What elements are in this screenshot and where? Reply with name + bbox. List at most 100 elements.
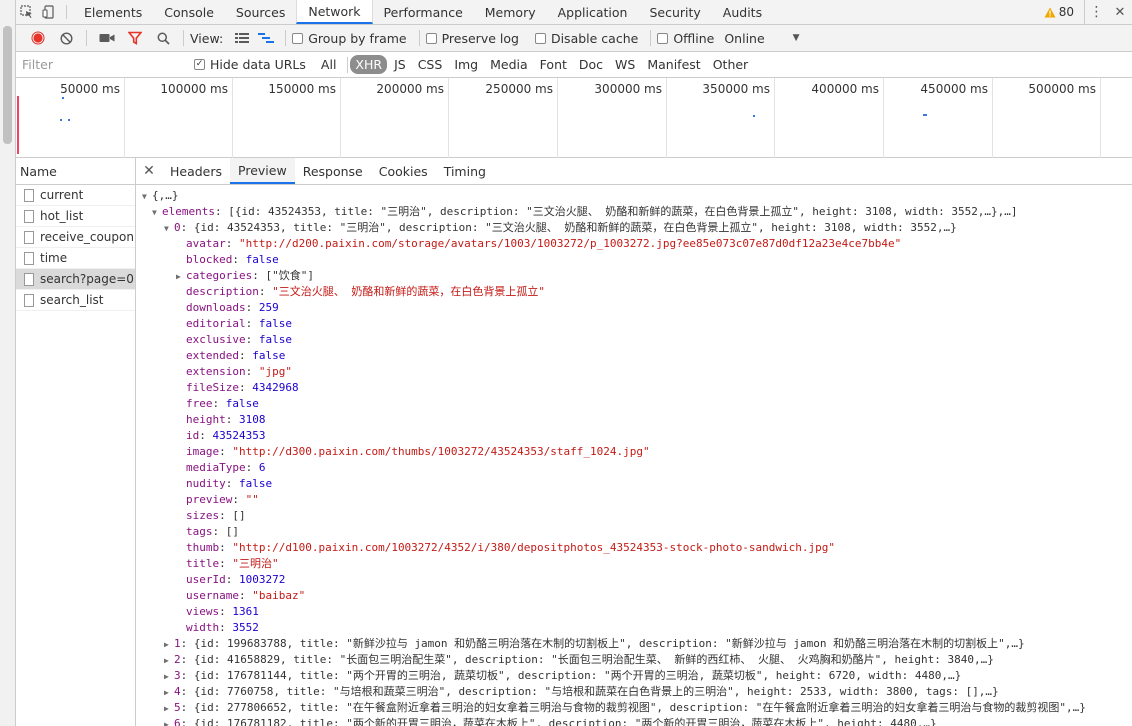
- close-devtools-icon[interactable]: ✕: [1108, 0, 1132, 24]
- waterfall-icon: [258, 33, 275, 43]
- throttling-select[interactable]: Online ▼: [724, 31, 799, 46]
- triangle-collapsed-icon[interactable]: ▶: [164, 717, 174, 726]
- triangle-collapsed-icon[interactable]: ▶: [164, 685, 174, 700]
- tab-performance[interactable]: Performance: [373, 0, 474, 24]
- filter-input[interactable]: [16, 54, 182, 75]
- checkbox-box[interactable]: [292, 32, 304, 44]
- tree-item-collapsed[interactable]: ▶ 1: {id: 199683788, title: "新鲜沙拉与 jamon …: [142, 636, 1132, 652]
- filter-type-img[interactable]: Img: [449, 55, 483, 74]
- large-rows-button[interactable]: [231, 25, 253, 51]
- request-row[interactable]: receive_coupon...: [16, 227, 135, 248]
- tree-item-collapsed[interactable]: ▶ 5: {id: 277806652, title: "在午餐盒附近拿着三明治的…: [142, 700, 1132, 716]
- scrollbar-thumb[interactable]: [3, 26, 12, 144]
- timeline-overview[interactable]: 50000 ms 100000 ms 150000 ms 200000 ms 2…: [16, 78, 1132, 158]
- request-row[interactable]: hot_list: [16, 206, 135, 227]
- tree-item-collapsed[interactable]: ▶ 4: {id: 7760758, title: "与培根和蔬菜三明治", de…: [142, 684, 1132, 700]
- request-row-selected[interactable]: search?page=0...: [16, 269, 135, 290]
- overview-button[interactable]: [253, 25, 279, 51]
- tab-timing[interactable]: Timing: [436, 158, 494, 184]
- tree-item-collapsed[interactable]: ▶ 6: {id: 176781182, title: "两个新的开胃三明治，蔬菜…: [142, 716, 1132, 726]
- triangle-expanded-icon[interactable]: ▼: [152, 205, 162, 220]
- tab-sources[interactable]: Sources: [225, 0, 296, 24]
- property-row[interactable]: ▶ categories: ["饮食"]: [142, 268, 1132, 284]
- property-row: views: 1361: [186, 605, 259, 618]
- checkbox-box[interactable]: [534, 32, 546, 44]
- close-detail-icon[interactable]: ✕: [136, 158, 162, 184]
- filter-type-manifest[interactable]: Manifest: [642, 55, 705, 74]
- tab-memory[interactable]: Memory: [474, 0, 547, 24]
- triangle-collapsed-icon[interactable]: ▶: [164, 637, 174, 652]
- clear-icon: [59, 31, 73, 45]
- request-name: search_list: [40, 293, 104, 307]
- filter-type-xhr[interactable]: XHR: [350, 55, 388, 74]
- filter-type-media[interactable]: Media: [485, 55, 533, 74]
- tree-elements[interactable]: ▼ elements: [{id: 43524353, title: "三明治",…: [142, 204, 1132, 220]
- filter-toggle-button[interactable]: [121, 25, 149, 51]
- more-options-icon[interactable]: ⋮: [1084, 0, 1108, 24]
- tab-network[interactable]: Network: [296, 0, 373, 24]
- triangle-expanded-icon[interactable]: ▼: [164, 221, 174, 236]
- tab-headers[interactable]: Headers: [162, 158, 230, 184]
- tab-audits[interactable]: Audits: [712, 0, 773, 24]
- filter-type-other[interactable]: Other: [708, 55, 754, 74]
- triangle-expanded-icon[interactable]: ▼: [142, 189, 152, 204]
- filter-type-all[interactable]: All: [316, 55, 342, 74]
- clear-button[interactable]: [52, 25, 80, 51]
- filter-type-ws[interactable]: WS: [610, 55, 640, 74]
- tab-application[interactable]: Application: [547, 0, 639, 24]
- timeline-tick: 150000 ms: [233, 78, 341, 158]
- property-row: tags: []: [186, 525, 239, 538]
- property-row: free: false: [186, 397, 259, 410]
- filter-type-css[interactable]: CSS: [413, 55, 448, 74]
- tab-cookies[interactable]: Cookies: [371, 158, 436, 184]
- toolbar-separator: [183, 30, 184, 46]
- tree-root[interactable]: ▼ {,…}: [142, 188, 1132, 204]
- property-row: id: 43524353: [186, 429, 266, 442]
- disable-cache-checkbox[interactable]: Disable cache: [534, 31, 638, 46]
- file-icon: [24, 188, 34, 202]
- offline-checkbox[interactable]: Offline: [657, 31, 714, 46]
- timeline-tick: 450000 ms: [884, 78, 993, 158]
- request-row[interactable]: time: [16, 248, 135, 269]
- hide-data-urls-checkbox[interactable]: ✓ Hide data URLs: [194, 57, 306, 72]
- tab-elements[interactable]: Elements: [73, 0, 153, 24]
- request-row[interactable]: current: [16, 185, 135, 206]
- request-row[interactable]: search_list: [16, 290, 135, 311]
- property-row: downloads: 259: [186, 301, 279, 314]
- tab-security[interactable]: Security: [638, 0, 711, 24]
- tab-preview[interactable]: Preview: [230, 158, 295, 184]
- group-by-frame-checkbox[interactable]: Group by frame: [292, 31, 407, 46]
- checkbox-box[interactable]: [425, 32, 437, 44]
- triangle-collapsed-icon[interactable]: ▶: [176, 269, 186, 284]
- record-button[interactable]: [24, 25, 52, 51]
- filter-bar: ✓ Hide data URLs All XHR JS CSS Img Media…: [16, 52, 1132, 78]
- filter-type-doc[interactable]: Doc: [574, 55, 608, 74]
- inspect-element-icon[interactable]: [16, 0, 38, 24]
- chevron-down-icon: ▼: [792, 33, 800, 43]
- preserve-log-checkbox[interactable]: Preserve log: [425, 31, 519, 46]
- timeline-request-mark: [68, 119, 70, 121]
- search-button[interactable]: [149, 25, 177, 51]
- triangle-collapsed-icon[interactable]: ▶: [164, 701, 174, 716]
- filter-type-js[interactable]: JS: [389, 55, 411, 74]
- file-icon: [24, 230, 34, 244]
- checkbox-checked-icon[interactable]: ✓: [194, 59, 205, 70]
- tab-response[interactable]: Response: [295, 158, 371, 184]
- device-toolbar-icon[interactable]: [38, 0, 60, 24]
- tree-item-collapsed[interactable]: ▶ 2: {id: 41658829, title: "长面包三明治配生菜", d…: [142, 652, 1132, 668]
- json-preview-tree[interactable]: ▼ {,…} ▼ elements: [{id: 43524353, title: …: [136, 185, 1132, 726]
- capture-screenshots-button[interactable]: [93, 25, 121, 51]
- warnings-counter[interactable]: 80: [1044, 0, 1084, 24]
- tab-console[interactable]: Console: [153, 0, 225, 24]
- name-column-header[interactable]: Name: [16, 158, 135, 185]
- triangle-collapsed-icon[interactable]: ▶: [164, 653, 174, 668]
- checkbox-box[interactable]: [657, 32, 669, 44]
- filter-type-font[interactable]: Font: [535, 55, 572, 74]
- request-name: search?page=0...: [40, 272, 135, 286]
- tree-item-0[interactable]: ▼ 0: {id: 43524353, title: "三明治", descrip…: [142, 220, 1132, 236]
- triangle-collapsed-icon[interactable]: ▶: [164, 669, 174, 684]
- tree-item-collapsed[interactable]: ▶ 3: {id: 176781144, title: "两个开胃的三明治, 蔬菜…: [142, 668, 1132, 684]
- request-name: time: [40, 251, 68, 265]
- left-scrollbar[interactable]: [0, 0, 16, 726]
- file-icon: [24, 209, 34, 223]
